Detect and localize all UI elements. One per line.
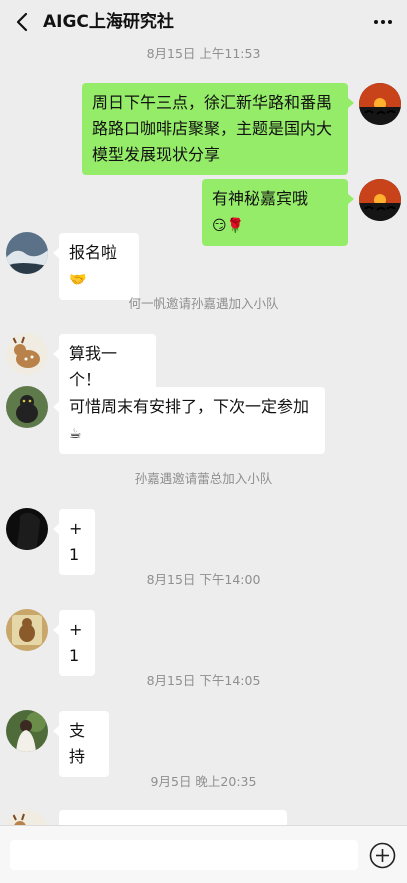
message-bubble-received[interactable]: 可惜周末有安排了，下次一定参加 ☕ <box>53 387 325 454</box>
message-text: 算我一个！ <box>69 344 118 389</box>
message-bubble-received[interactable] <box>53 810 287 825</box>
back-arrow-icon[interactable] <box>14 11 34 33</box>
message-bubble-received[interactable]: 支持 <box>53 711 109 777</box>
avatar-member[interactable] <box>6 609 48 651</box>
chat-title: AIGC上海研究社 <box>43 12 174 32</box>
message-input[interactable] <box>10 840 358 870</box>
input-bar <box>0 825 407 883</box>
avatar-member[interactable] <box>6 508 48 550</box>
avatar-member[interactable] <box>6 386 48 428</box>
avatar-self[interactable] <box>359 179 401 221</box>
message-text: 支持 <box>69 721 86 766</box>
handshake-emoji: 🤝 <box>69 271 87 288</box>
timestamp: 8月15日 下午14:00 <box>146 572 261 587</box>
message-bubble-sent[interactable]: 有神秘嘉宾哦 😏🌹 <box>202 179 354 246</box>
plus-circle-icon[interactable] <box>369 842 396 869</box>
message-text: +1 <box>69 620 83 665</box>
avatar-member[interactable] <box>6 810 48 825</box>
smirk-rose-emoji: 😏🌹 <box>212 217 245 234</box>
message-bubble-sent[interactable]: 周日下午三点，徐汇新华路和番禺路路口咖啡店聚聚，主题是国内大模型发展现状分享 <box>82 83 354 175</box>
message-bubble-received[interactable]: +1 <box>53 509 95 575</box>
system-notice: 何一帆邀请孙嘉遇加入小队 <box>128 296 279 311</box>
avatar-member[interactable] <box>6 710 48 752</box>
message-text: 有神秘嘉宾哦 <box>212 189 309 208</box>
system-notice: 孙嘉遇邀请蕾总加入小队 <box>134 471 273 486</box>
timestamp: 8月15日 上午11:53 <box>146 46 261 61</box>
message-list[interactable]: 8月15日 上午11:53 周日下午三点，徐汇新华路和番禺路路口咖啡店聚聚，主题… <box>0 44 407 825</box>
message-text: +1 <box>69 519 83 564</box>
chat-header: AIGC上海研究社 <box>0 0 407 44</box>
more-options-icon[interactable] <box>371 12 395 32</box>
avatar-self[interactable] <box>359 83 401 125</box>
coffee-emoji: ☕ <box>69 425 82 442</box>
message-bubble-received[interactable]: +1 <box>53 610 95 676</box>
avatar-member[interactable] <box>6 232 48 274</box>
timestamp: 8月15日 下午14:05 <box>146 673 261 688</box>
message-text: 可惜周末有安排了，下次一定参加 <box>69 397 310 416</box>
avatar-member[interactable] <box>6 333 48 375</box>
message-text: 报名啦 <box>69 243 118 262</box>
message-text: 周日下午三点，徐汇新华路和番禺路路口咖啡店聚聚，主题是国内大模型发展现状分享 <box>92 93 333 164</box>
timestamp: 9月5日 晚上20:35 <box>150 774 257 789</box>
message-bubble-received[interactable]: 报名啦 🤝 <box>53 233 139 300</box>
